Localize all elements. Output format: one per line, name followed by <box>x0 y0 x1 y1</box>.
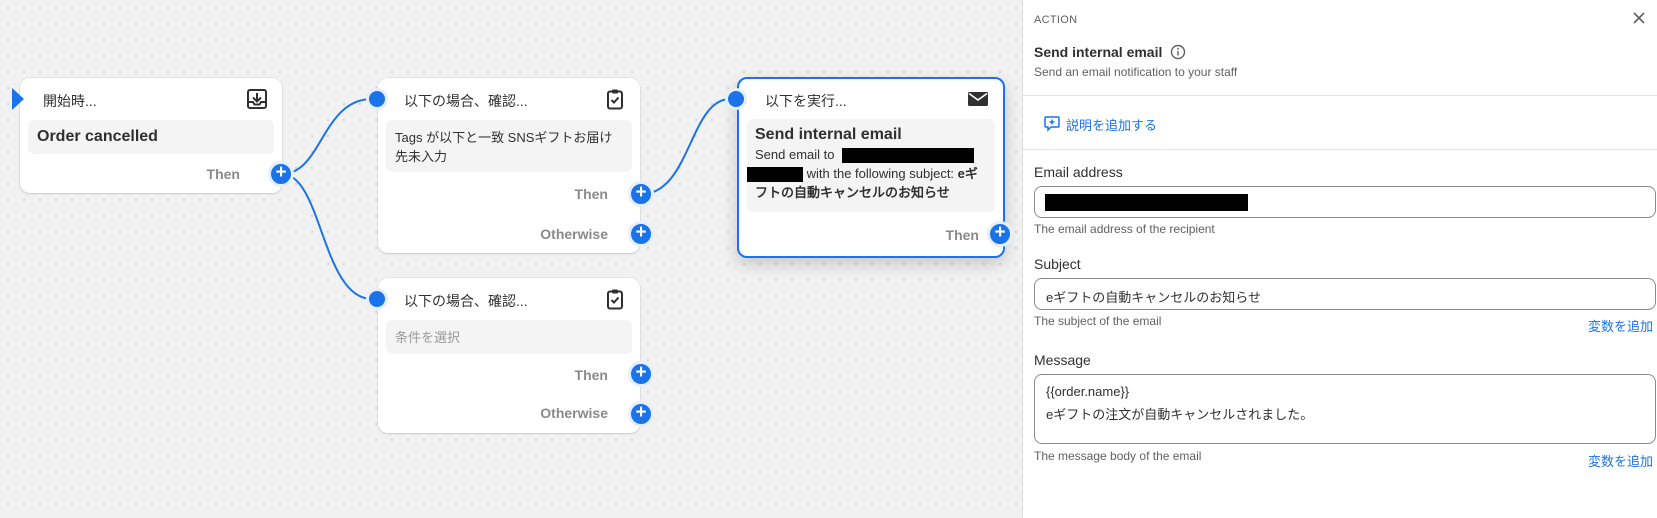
condition1-then-add-button[interactable]: + <box>628 181 654 207</box>
subject-label: Subject <box>1034 256 1081 272</box>
trigger-then-add-button[interactable]: + <box>268 161 294 187</box>
condition1-rule-box[interactable]: Tags が以下と一致 SNSギフトお届け先未入力 <box>386 120 632 172</box>
action-node[interactable]: 以下を実行... Send internal email Send email … <box>725 77 1005 258</box>
comment-add-icon <box>1043 114 1061 132</box>
subject-value: eギフトの自動キャンセルのお知らせ <box>1046 290 1261 305</box>
condition1-then-label: Then <box>574 186 608 202</box>
trigger-header: 開始時... <box>20 78 282 122</box>
condition-node-2[interactable]: 以下の場合、確認... 条件を選択 Then Otherwise <box>366 278 640 433</box>
plus-icon: + <box>635 402 647 423</box>
trigger-then-label: Then <box>206 166 240 182</box>
redacted-email-cont <box>747 167 803 183</box>
panel-title: Send internal email <box>1034 44 1163 60</box>
condition2-otherwise-add-button[interactable]: + <box>628 401 654 427</box>
clipboard-check-icon <box>604 88 626 110</box>
trigger-title: 開始時... <box>43 93 97 109</box>
plus-icon: + <box>635 182 647 203</box>
condition2-then-add-button[interactable]: + <box>628 361 654 387</box>
condition2-otherwise-label: Otherwise <box>540 405 608 421</box>
subject-add-variable-link[interactable]: 変数を追加 <box>1588 316 1653 335</box>
info-circle-icon[interactable] <box>1170 44 1186 60</box>
condition1-rule-text: Tags が以下と一致 SNSギフトお届け先未入力 <box>395 130 613 164</box>
connector-trigger-to-condition2 <box>281 173 373 300</box>
plus-icon: + <box>635 362 647 383</box>
redacted-email-value <box>1045 194 1248 211</box>
connector-trigger-to-condition1 <box>281 98 373 175</box>
email-address-field[interactable] <box>1034 186 1656 218</box>
action-title: 以下を実行... <box>765 93 847 109</box>
action-then-label: Then <box>945 227 979 243</box>
condition1-otherwise-add-button[interactable]: + <box>628 221 654 247</box>
trigger-node[interactable]: 開始時... Order cancelled Then <box>12 78 282 193</box>
action-desc-prefix: Send email to <box>755 147 835 162</box>
trigger-event-box[interactable]: Order cancelled <box>28 120 274 154</box>
action-config-panel: ACTION Send internal email Send an email… <box>1022 0 1657 518</box>
message-field[interactable]: {{order.name}} eギフトの注文が自動キャンセルされました。 <box>1034 374 1656 444</box>
envelope-icon <box>967 88 989 110</box>
action-name: Send internal email <box>755 126 902 143</box>
message-label: Message <box>1034 352 1091 368</box>
action-then-add-button[interactable]: + <box>987 221 1013 247</box>
condition2-header: 以下の場合、確認... <box>378 278 640 322</box>
trigger-event: Order cancelled <box>37 128 158 145</box>
action-summary-box[interactable]: Send internal email Send email to with t… <box>747 119 995 212</box>
download-tray-icon <box>246 88 268 110</box>
message-line-2: eギフトの注文が自動キャンセルされました。 <box>1046 407 1314 422</box>
subject-field[interactable]: eギフトの自動キャンセルのお知らせ <box>1034 278 1656 310</box>
condition-node-1[interactable]: 以下の場合、確認... Tags が以下と一致 SNSギフトお届け先未入力 Th… <box>366 78 640 253</box>
condition1-title: 以下の場合、確認... <box>404 93 528 109</box>
panel-subtitle: Send an email notification to your staff <box>1034 65 1238 79</box>
plus-icon: + <box>994 222 1006 243</box>
add-description-label: 説明を追加する <box>1066 118 1158 133</box>
panel-section-label: ACTION <box>1034 14 1078 26</box>
condition1-otherwise-label: Otherwise <box>540 226 608 242</box>
panel-divider-top <box>1023 95 1657 96</box>
condition2-title: 以下の場合、確認... <box>404 293 528 309</box>
clipboard-check-icon <box>604 288 626 310</box>
condition2-select-box[interactable]: 条件を選択 <box>386 320 632 354</box>
email-address-help: The email address of the recipient <box>1034 222 1215 236</box>
connector-condition1-to-action <box>641 98 731 195</box>
close-icon[interactable] <box>1631 10 1647 26</box>
subject-help: The subject of the email <box>1034 314 1162 328</box>
message-add-variable-link[interactable]: 変数を追加 <box>1588 451 1653 470</box>
action-desc-middle: with the following subject: <box>806 166 955 181</box>
message-line-1: {{order.name}} <box>1046 384 1130 399</box>
plus-icon: + <box>635 222 647 243</box>
plus-icon: + <box>275 162 287 183</box>
action-description: Send email to with the following subject… <box>747 145 987 202</box>
condition1-header: 以下の場合、確認... <box>378 78 640 122</box>
action-header: 以下を実行... <box>739 79 1003 123</box>
email-address-label: Email address <box>1034 164 1123 180</box>
workflow-canvas[interactable]: 開始時... Order cancelled Then + 以下の場合、確認..… <box>0 0 1022 518</box>
condition2-then-label: Then <box>574 367 608 383</box>
redacted-email <box>842 148 975 164</box>
message-help: The message body of the email <box>1034 449 1202 463</box>
panel-divider-mid <box>1023 149 1657 150</box>
condition2-placeholder: 条件を選択 <box>395 330 461 345</box>
